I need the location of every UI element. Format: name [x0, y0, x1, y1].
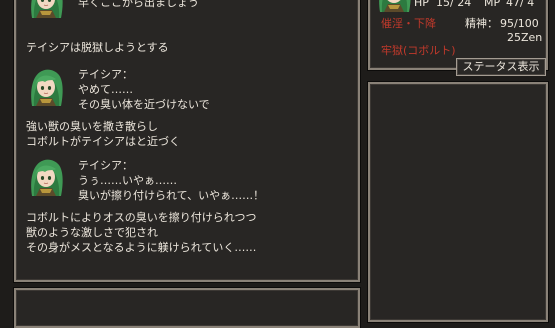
speaker-name: テイシア：	[78, 68, 133, 81]
speech-line: うぅ……いやぁ……	[78, 174, 177, 187]
speech-line: 臭いが擦り付けられて、いやぁ……！	[78, 189, 265, 202]
condition-text: 催淫・下降	[381, 17, 436, 30]
hp-label: HP	[414, 0, 429, 9]
log-narration: コボルトがテイシアはと近づく	[26, 135, 180, 148]
player-portrait	[374, 0, 414, 12]
teisia-portrait	[26, 66, 66, 106]
speech-line: その臭い体を近づけないで	[78, 98, 210, 111]
spirit-value: 95/100	[500, 17, 539, 30]
log-narration: 強い獣の臭いを撒き散らし	[26, 120, 158, 133]
log-narration: コボルトによりオスの臭いを擦り付けられつつ	[26, 211, 257, 224]
status-display-button[interactable]: ステータス表示	[456, 58, 546, 76]
log-narration: テイシアは脱獄しようとする	[26, 41, 169, 54]
message-window	[14, 288, 360, 328]
speech-line: やめて……	[78, 83, 133, 96]
location-text: 牢獄(コボルト)	[381, 44, 456, 57]
mp-value: 47/ 4	[506, 0, 535, 9]
log-line-top: 早くここから出ましょう	[78, 0, 199, 9]
teisia-portrait	[26, 0, 66, 18]
speaker-name: テイシア：	[78, 159, 133, 172]
money-value: 25Zen	[507, 31, 543, 44]
log-narration: 獣のような激しさで犯され	[26, 226, 158, 239]
spirit-label: 精神：	[465, 17, 498, 30]
teisia-portrait	[26, 156, 66, 196]
side-window	[368, 82, 548, 322]
log-narration: その身がメスとなるように躾けられていく……	[26, 241, 257, 254]
hp-value: 15/ 24	[436, 0, 472, 9]
mp-label: MP	[484, 0, 501, 9]
